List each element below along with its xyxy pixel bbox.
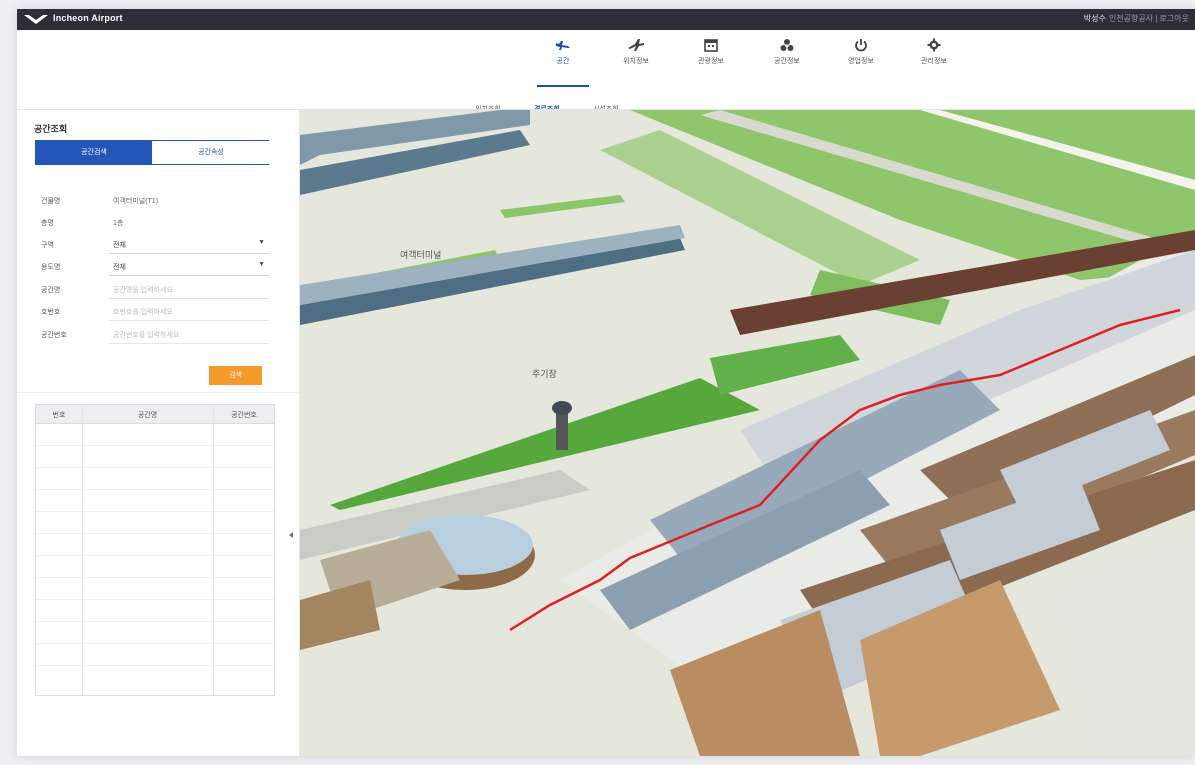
nav-item-space[interactable]: 공간 [533,38,593,87]
table-row-line [36,511,274,512]
power-icon [855,39,867,52]
nav-item-tour[interactable]: 관광정보 [681,38,741,66]
field-label: 호번호 [41,309,61,316]
field-label: 층명 [41,220,54,227]
field-label: 용도명 [41,264,61,271]
chevron-down-icon: ▼ [258,239,265,246]
zone-select[interactable]: 전체 ▼ [109,237,269,254]
chevron-down-icon: ▼ [258,261,265,268]
floor-value: 1층 [113,220,124,227]
field-space-name: 공간명 공간명을 입력하세요 [41,281,271,301]
table-row-line [36,577,274,578]
table-row-line [36,489,274,490]
nav-label: 관리정보 [921,58,947,65]
nav-item-business[interactable]: 영업정보 [831,38,891,66]
input-placeholder: 공간번호를 입력하세요 [113,332,180,339]
user-info[interactable]: 박성수 인천공항공사 | 로그아웃 [1084,13,1189,24]
field-room-number: 호번호 호번호를 입력하세요 [41,303,271,323]
space-name-input[interactable]: 공간명을 입력하세요 [109,282,269,299]
room-number-input[interactable]: 호번호를 입력하세요 [109,304,269,321]
airport-3d-scene [300,110,1195,756]
column-header[interactable]: 공간명 [82,410,213,420]
field-zone: 구역 전체 ▼ [41,236,271,256]
table-row-line [36,599,274,600]
field-label: 건물명 [41,198,61,205]
search-button[interactable]: 검색 [209,366,262,385]
table-row-line [36,555,274,556]
space-number-input[interactable]: 공간번호를 입력하세요 [109,327,269,344]
table-row-line [36,445,274,446]
table-row-line [36,643,274,644]
zone-select-value: 전체 [113,242,126,249]
table-row-line [36,467,274,468]
settings-icon [927,38,941,52]
column-header[interactable]: 공간번호 [213,410,275,420]
nav-item-location[interactable]: 위치정보 [606,38,666,66]
field-label: 공간번호 [41,332,67,339]
nav-item-management[interactable]: 관리정보 [904,38,964,66]
result-table: 번호 공간명 공간번호 [35,404,275,696]
3d-map-view[interactable]: 여객터미널 주기장 [300,110,1195,756]
table-header: 번호 공간명 공간번호 [36,405,274,424]
nav-item-space-info[interactable]: 공간정보 [757,38,817,66]
nav-label: 공간정보 [774,58,800,65]
panel-collapse-handle[interactable] [289,532,293,538]
field-label: 구역 [41,242,54,249]
table-row-line [36,665,274,666]
left-panel: 공간조회 공간검색 공간속성 건물명 여객터미널(T1) 층명 1층 구역 전체… [17,110,300,756]
control-tower-top [552,401,572,415]
field-building: 건물명 여객터미널(T1) [41,192,271,212]
tab-space-attribute[interactable]: 공간속성 [153,141,269,164]
segmented-tabs: 공간검색 공간속성 [35,140,269,165]
field-floor: 층명 1층 [41,214,271,234]
map-label-apron: 주기장 [532,369,557,379]
field-space-number: 공간번호 공간번호를 입력하세요 [41,326,271,346]
column-header[interactable]: 번호 [36,410,82,420]
table-row-line [36,533,274,534]
title-bar: Incheon Airport 박성수 인천공항공사 | 로그아웃 [17,9,1195,30]
column-divider [82,405,83,695]
app-window: Incheon Airport 박성수 인천공항공사 | 로그아웃 공간 위치정보 [17,9,1195,756]
nav-label: 관광정보 [698,58,724,65]
airport-logo-icon [24,15,48,24]
airplane-icon [556,41,570,50]
field-label: 공간명 [41,287,61,294]
active-tab-indicator [537,85,589,87]
user-org-logout[interactable]: 인천공항공사 | 로그아웃 [1109,14,1189,23]
recycle-icon [780,39,794,51]
tab-space-search[interactable]: 공간검색 [36,141,152,164]
usage-select[interactable]: 전체 ▼ [109,259,269,276]
building-value: 여객터미널(T1) [113,198,159,205]
nav-label: 공간 [556,58,570,65]
usage-select-value: 전체 [113,264,126,271]
app-title: Incheon Airport [53,13,123,23]
main-nav: 공간 위치정보 관광정보 공간정보 영업정보 관리정보 [17,30,1195,113]
calendar-icon [704,39,718,52]
panel-title: 공간조회 [34,124,68,134]
nav-label: 위치정보 [623,58,649,65]
nav-label: 영업정보 [848,58,874,65]
map-label-terminal: 여객터미널 [400,250,442,260]
column-divider [213,405,214,695]
user-name: 박성수 [1083,14,1106,23]
divider [17,392,299,393]
input-placeholder: 공간명을 입력하세요 [113,287,173,294]
aircraft-icon [628,39,644,51]
control-tower [556,410,568,450]
field-usage: 용도명 전체 ▼ [41,258,271,278]
table-row-line [36,621,274,622]
input-placeholder: 호번호를 입력하세요 [113,309,173,316]
